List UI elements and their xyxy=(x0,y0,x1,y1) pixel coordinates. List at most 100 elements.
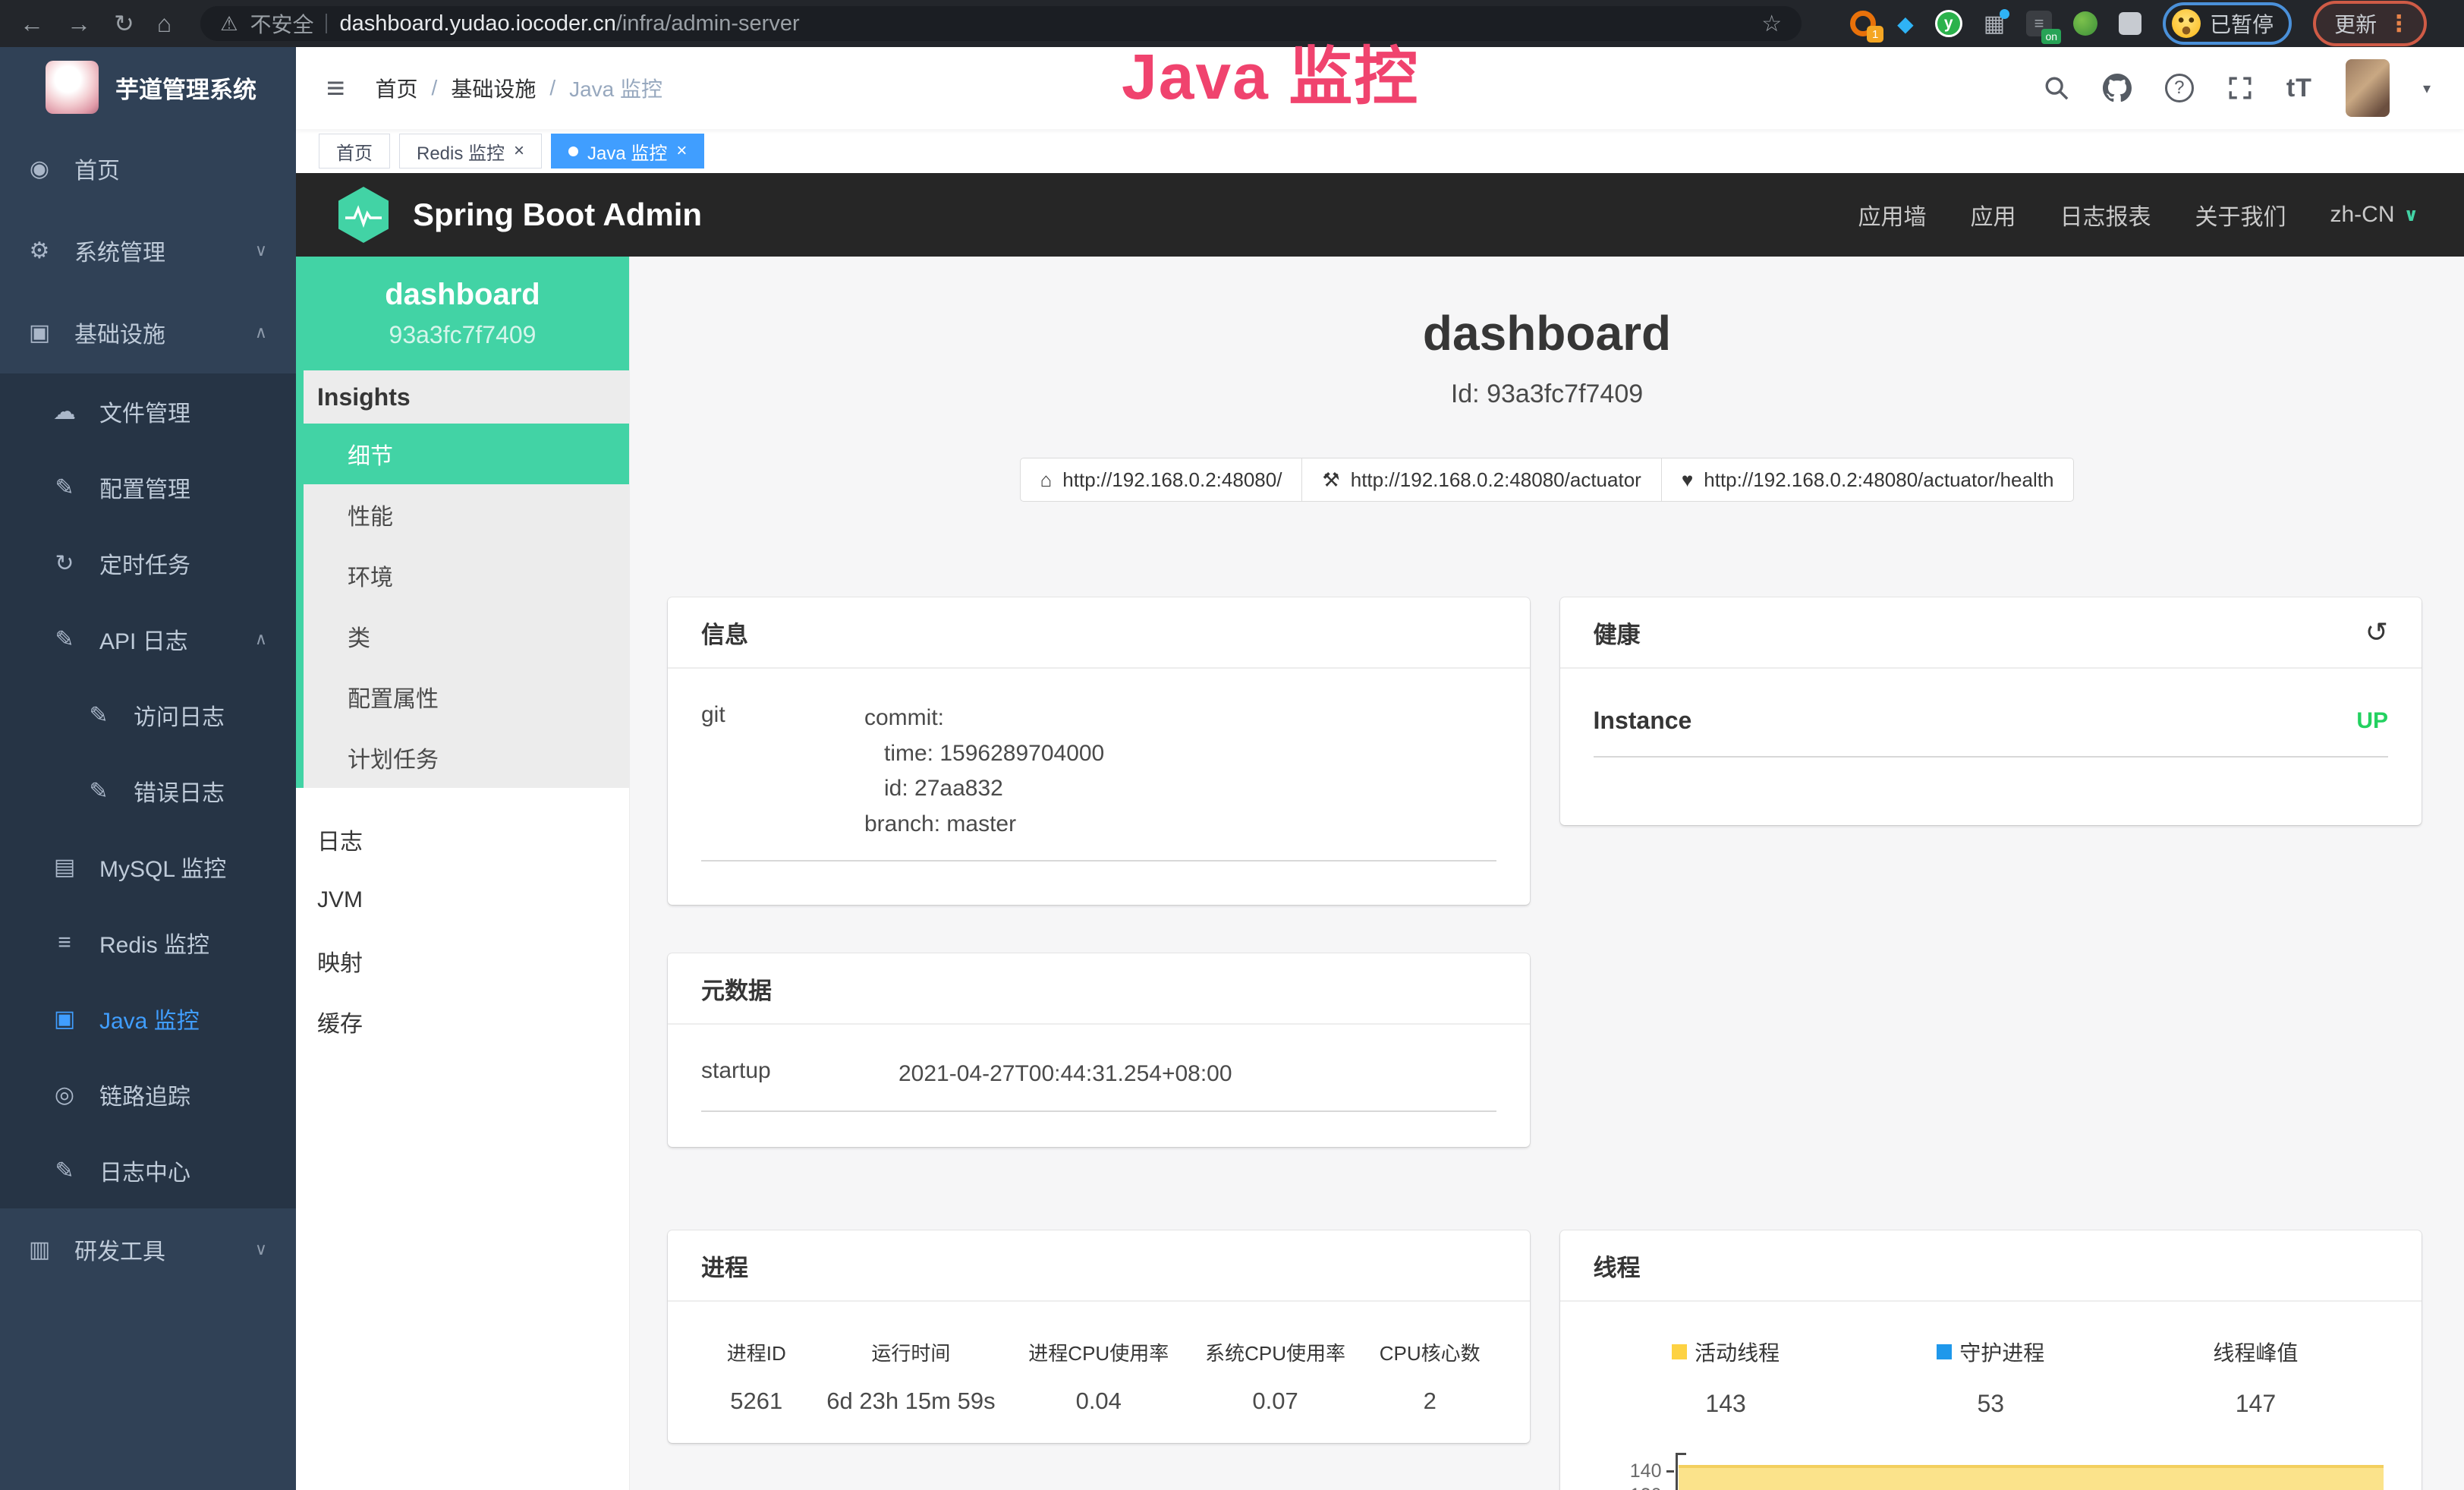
sidebar-item-java-monitor[interactable]: ▣ Java 监控 xyxy=(0,981,296,1057)
sba-locale-select[interactable]: zh-CN ∨ xyxy=(2330,202,2418,228)
git-time-line: time: 1596289704000 xyxy=(864,736,1496,772)
card-title: 进程 xyxy=(701,1249,748,1283)
security-label[interactable]: 不安全 xyxy=(250,8,313,39)
app-logo-row: 芋道管理系统 xyxy=(0,47,296,128)
fullscreen-icon[interactable] xyxy=(2227,75,2253,101)
stat-value: 147 xyxy=(2123,1390,2388,1418)
hamburger-icon[interactable]: ≡ xyxy=(326,70,345,106)
sidebar-item-api-log[interactable]: ✎ API 日志 ∧ xyxy=(0,601,296,677)
actuator-url-button[interactable]: ⚒ http://192.168.0.2:48080/actuator xyxy=(1301,458,1661,502)
chrome-update-button[interactable]: 更新 ⋮ xyxy=(2313,1,2427,46)
breadcrumb-infra[interactable]: 基础设施 xyxy=(451,73,536,103)
sba-brand-title[interactable]: Spring Boot Admin xyxy=(413,197,702,233)
sidebar-item-system[interactable]: ⚙ 系统管理 ∨ xyxy=(0,209,296,291)
browser-forward-icon[interactable]: → xyxy=(67,11,91,36)
search-icon[interactable] xyxy=(2044,75,2069,101)
browser-back-icon[interactable]: ← xyxy=(20,11,44,36)
sidebar-item-label: 首页 xyxy=(74,152,120,185)
close-icon[interactable]: × xyxy=(514,142,524,160)
stat-value: 53 xyxy=(1858,1390,2123,1418)
browser-home-icon[interactable]: ⌂ xyxy=(157,11,172,36)
history-icon[interactable]: ↺ xyxy=(2365,616,2388,648)
close-icon[interactable]: × xyxy=(676,142,687,160)
breadcrumb-current: Java 监控 xyxy=(569,73,662,103)
sidebar-item-home[interactable]: ◉ 首页 xyxy=(0,128,296,209)
process-card-header: 进程 xyxy=(668,1230,1530,1302)
blue-legend-swatch xyxy=(1937,1344,1952,1359)
column-header: CPU核心数 xyxy=(1364,1338,1496,1366)
switch-extension-icon[interactable]: ≡ on xyxy=(2026,11,2052,36)
sidebar-item-access-log[interactable]: ✎ 访问日志 xyxy=(0,677,296,753)
bookmark-star-icon[interactable]: ☆ xyxy=(1761,11,1782,37)
live-threads-stat: 活动线程 143 xyxy=(1594,1337,1858,1418)
user-avatar[interactable] xyxy=(2346,59,2390,117)
tab-home[interactable]: 首页 xyxy=(319,134,390,169)
sba-nav-wallboard[interactable]: 应用墙 xyxy=(1858,198,1926,232)
sidebar-item-devtools[interactable]: ▥ 研发工具 ∨ xyxy=(0,1208,296,1290)
sba-nav-applications[interactable]: 应用 xyxy=(1970,198,2016,232)
browser-reload-icon[interactable]: ↻ xyxy=(114,11,134,36)
extensions-bar: 1 ◆ y ▦ ≡ on 已暂停 更新 ⋮ xyxy=(1850,1,2427,46)
sidebar-item-label: 错误日志 xyxy=(134,774,225,808)
info-card-body: git commit: time: 1596289704000 id: 27aa… xyxy=(668,669,1530,893)
app-title: 芋道管理系统 xyxy=(115,71,256,105)
sidebar-item-label: 基础设施 xyxy=(74,316,165,349)
sidebar-item-label: 文件管理 xyxy=(99,395,190,428)
profile-paused-button[interactable]: 已暂停 xyxy=(2163,2,2292,45)
info-card: 信息 git commit: time: 1596289704000 xyxy=(668,597,1530,905)
sba-nav-about[interactable]: 关于我们 xyxy=(2195,198,2286,232)
startup-row: startup 2021-04-27T00:44:31.254+08:00 xyxy=(701,1057,1496,1112)
green-y-extension-icon[interactable]: y xyxy=(1935,10,1962,37)
column-header: 运行时间 xyxy=(811,1338,1010,1366)
leaf-extension-icon[interactable] xyxy=(2073,11,2097,36)
process-col-uptime: 运行时间 6d 23h 15m 59s xyxy=(811,1338,1010,1415)
menu-item-details[interactable]: 细节 xyxy=(304,424,629,484)
menu-item-caches[interactable]: 缓存 xyxy=(296,991,629,1052)
cell-value: 2 xyxy=(1364,1388,1496,1415)
sidebar-item-error-log[interactable]: ✎ 错误日志 xyxy=(0,753,296,829)
health-url-button[interactable]: ♥ http://192.168.0.2:48080/actuator/heal… xyxy=(1661,458,2075,502)
card-title: 元数据 xyxy=(701,972,772,1006)
text-size-icon[interactable]: tT xyxy=(2286,74,2312,103)
tab-java-monitor[interactable]: Java 监控 × xyxy=(551,134,704,169)
kebab-menu-icon[interactable]: ⋮ xyxy=(2387,11,2410,37)
card-title: 线程 xyxy=(1594,1249,1641,1283)
menu-item-scheduled-tasks[interactable]: 计划任务 xyxy=(304,727,629,788)
sidebar-item-redis-monitor[interactable]: ≡ Redis 监控 xyxy=(0,905,296,981)
menu-item-jvm[interactable]: JVM xyxy=(296,870,629,931)
extensions-puzzle-icon[interactable] xyxy=(2119,12,2141,35)
menu-item-mappings[interactable]: 映射 xyxy=(296,931,629,991)
instance-header[interactable]: dashboard 93a3fc7f7409 xyxy=(296,257,629,370)
sba-nav-journal[interactable]: 日志报表 xyxy=(2060,198,2151,232)
pin-extension-icon[interactable]: ◆ xyxy=(1897,11,1914,36)
tab-bar: 首页 Redis 监控 × Java 监控 × xyxy=(296,129,2464,173)
menu-item-environment[interactable]: 环境 xyxy=(304,545,629,606)
menu-item-metrics[interactable]: 性能 xyxy=(304,484,629,545)
tab-redis-monitor[interactable]: Redis 监控 × xyxy=(399,134,542,169)
card-title: 信息 xyxy=(701,616,748,650)
extension-orange-icon[interactable]: 1 xyxy=(1850,11,1876,36)
sidebar-item-tracing[interactable]: ◎ 链路追踪 xyxy=(0,1057,296,1132)
service-url-button[interactable]: ⌂ http://192.168.0.2:48080/ xyxy=(1020,458,1303,502)
menu-item-logging[interactable]: 日志 xyxy=(296,809,629,870)
process-col-cores: CPU核心数 2 xyxy=(1364,1338,1496,1415)
breadcrumb-home[interactable]: 首页 xyxy=(376,73,418,103)
instance-name: dashboard xyxy=(385,278,540,312)
tab-label: Java 监控 xyxy=(587,138,667,165)
menu-item-config-props[interactable]: 配置属性 xyxy=(304,666,629,727)
sidebar-item-log-center[interactable]: ✎ 日志中心 xyxy=(0,1132,296,1208)
sidebar-item-infra[interactable]: ▣ 基础设施 ∧ xyxy=(0,291,296,373)
sidebar-item-file-manage[interactable]: ☁ 文件管理 xyxy=(0,373,296,449)
sidebar-item-scheduled-jobs[interactable]: ↻ 定时任务 xyxy=(0,525,296,601)
github-icon[interactable] xyxy=(2103,74,2132,102)
stat-label: 守护进程 xyxy=(1959,1337,2044,1367)
address-bar[interactable]: ⚠ 不安全 dashboard.yudao.iocoder.cn/infra/a… xyxy=(200,6,1802,41)
avatar-caret-icon[interactable]: ▾ xyxy=(2423,79,2431,98)
sidebar-item-config-manage[interactable]: ✎ 配置管理 xyxy=(0,449,296,525)
help-icon[interactable]: ? xyxy=(2165,74,2194,102)
breadcrumb-separator: / xyxy=(549,76,555,100)
threads-card-body: 活动线程 143 守护进程 xyxy=(1560,1302,2422,1490)
menu-item-classes[interactable]: 类 xyxy=(304,606,629,666)
sidebar-item-mysql-monitor[interactable]: ▤ MySQL 监控 xyxy=(0,829,296,905)
grid-extension-icon[interactable]: ▦ xyxy=(1984,11,2005,37)
